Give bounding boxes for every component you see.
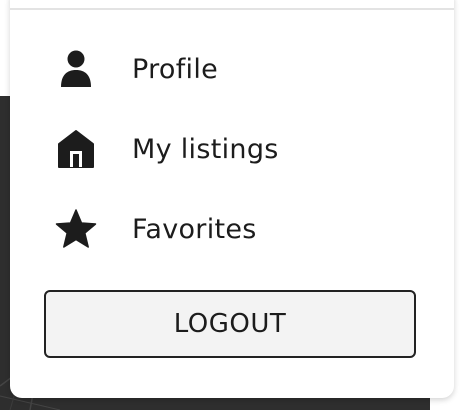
menu-item-label: Favorites: [132, 213, 257, 245]
divider: [10, 8, 454, 10]
menu-item-label: Profile: [132, 53, 219, 85]
menu-item-profile[interactable]: Profile: [10, 39, 454, 99]
logout-button-label: LOGOUT: [173, 309, 287, 339]
home-icon: [54, 127, 98, 171]
menu-item-favorites[interactable]: Favorites: [10, 199, 454, 259]
star-icon: [54, 207, 98, 251]
person-icon: [54, 47, 98, 91]
menu-item-my-listings[interactable]: My listings: [10, 119, 454, 179]
logout-button[interactable]: LOGOUT: [44, 290, 416, 358]
menu-item-label: My listings: [132, 133, 279, 165]
user-menu-dropdown: Profile My listings Favorites LOGOUT: [10, 0, 454, 398]
